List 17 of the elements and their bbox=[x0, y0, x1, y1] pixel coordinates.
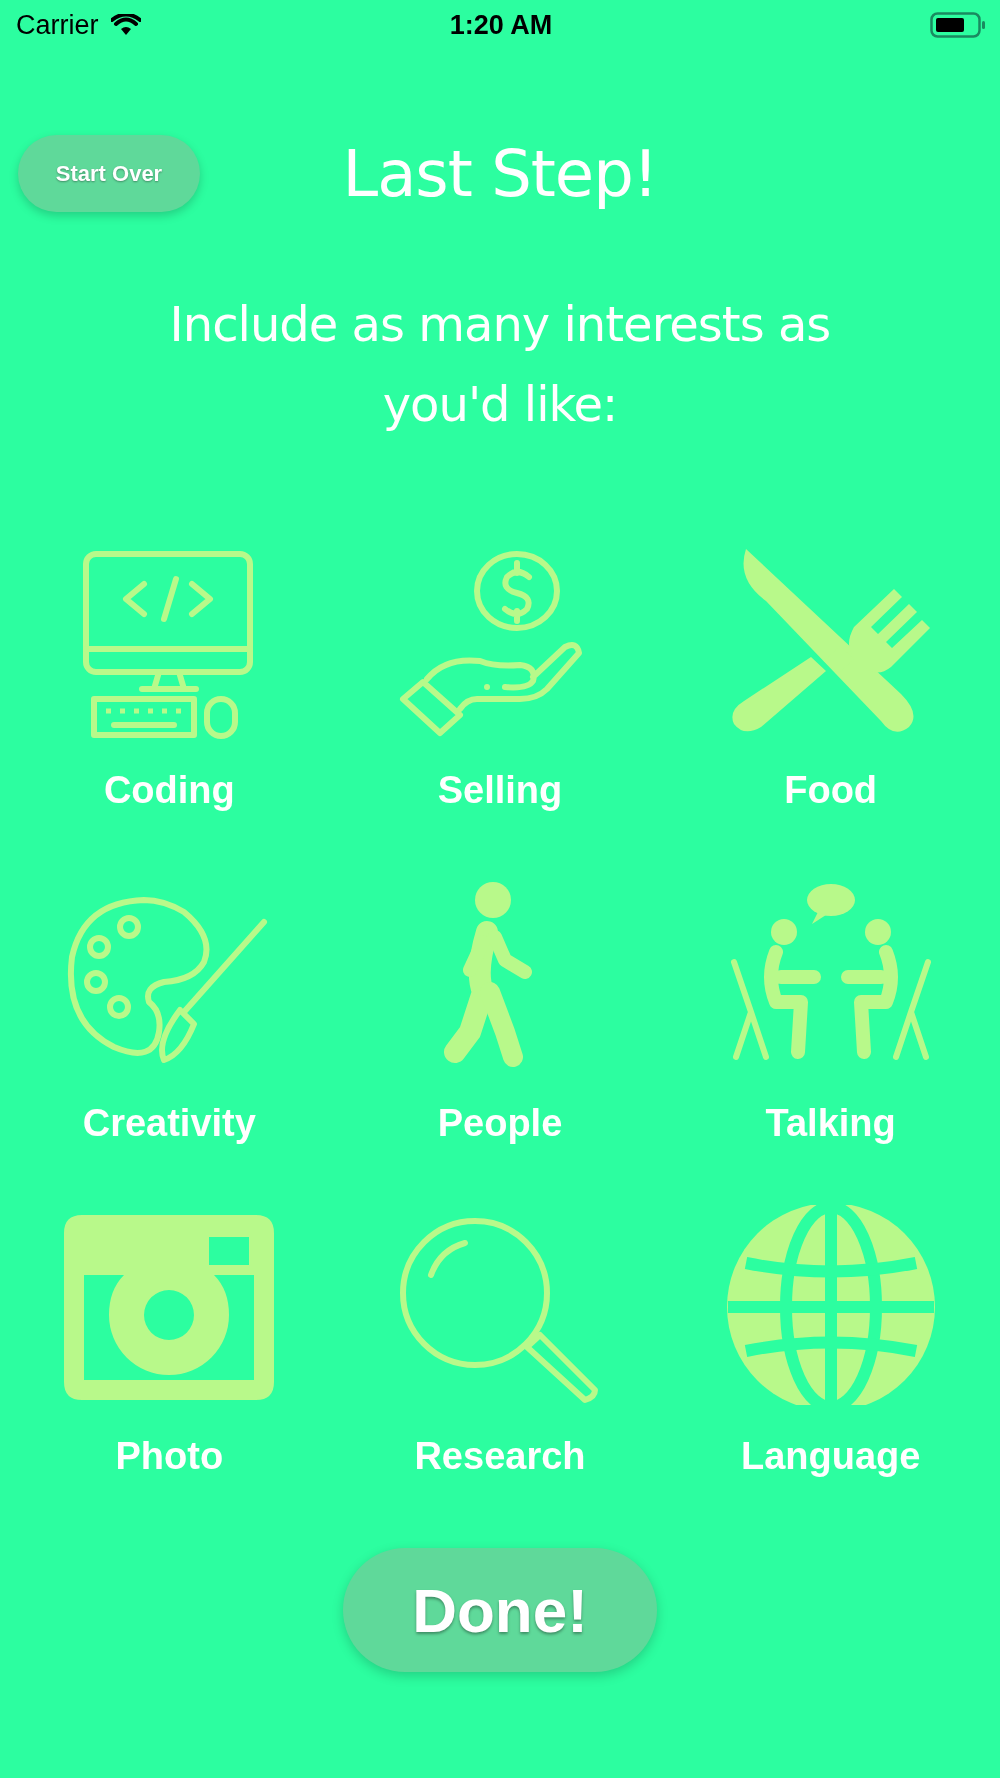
interest-label[interactable]: Food bbox=[784, 769, 878, 812]
done-button[interactable]: Done! bbox=[343, 1548, 657, 1672]
interest-label[interactable]: Coding bbox=[103, 769, 235, 812]
page-title: Last Step! bbox=[341, 136, 659, 211]
interest-label[interactable]: Photo bbox=[115, 1435, 224, 1478]
start-over-button[interactable]: Start Over bbox=[18, 135, 200, 212]
interest-label[interactable]: Research bbox=[414, 1435, 586, 1478]
interest-label[interactable]: Selling bbox=[437, 769, 563, 812]
interest-label[interactable]: Language bbox=[740, 1435, 921, 1478]
battery-icon bbox=[930, 12, 986, 38]
status-time: 1:20 AM bbox=[449, 9, 553, 41]
carrier-label: Carrier bbox=[16, 9, 99, 41]
interest-label[interactable]: Talking bbox=[765, 1102, 896, 1145]
interest-label[interactable]: People bbox=[437, 1102, 563, 1145]
interest-label[interactable]: Creativity bbox=[82, 1102, 256, 1145]
wifi-icon bbox=[110, 14, 141, 36]
instruction-text: Include as many interests as you'd like: bbox=[168, 295, 832, 434]
